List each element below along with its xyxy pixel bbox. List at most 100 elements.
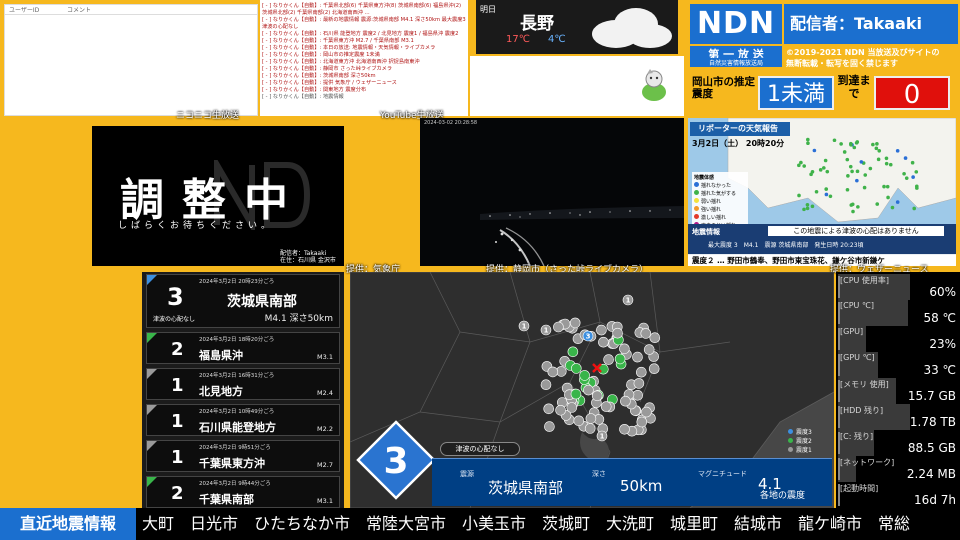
legend-label: 強い揺れ xyxy=(701,207,722,213)
quake-list-item[interactable]: 2 2024年3月2日 9時44分ごろ 千葉県南部 M3.1 xyxy=(146,476,340,508)
map-legend-dot xyxy=(788,438,793,443)
svg-text:1: 1 xyxy=(622,272,627,274)
weather-max-temp: 17℃ xyxy=(506,34,530,45)
svg-text:1: 1 xyxy=(550,272,555,274)
report-dot xyxy=(874,146,879,151)
system-stat-value: 23% xyxy=(929,337,956,351)
report-dot xyxy=(848,164,853,169)
report-dot xyxy=(884,161,889,166)
arrival-countdown: 0 xyxy=(874,76,950,110)
system-stat-row: [CPU ℃] 58 ℃ xyxy=(838,300,958,326)
system-stat-label: [起動時間] xyxy=(840,484,879,493)
ndn-copyright: ©2019-2021 NDN 当放送及びサイトの 無断転載・転写を固く禁じます xyxy=(786,47,958,69)
system-stat-row: [HDD 残り] 1.78 TB xyxy=(838,404,958,430)
station-marker: 1 xyxy=(518,320,530,332)
report-dot xyxy=(877,149,882,153)
status-location: 在住：石川県 金沢市 xyxy=(280,257,336,264)
quake-magnitude: M2.7 xyxy=(317,461,333,469)
system-stat-row: [メモリ 使用] 15.7 GB xyxy=(838,378,958,404)
system-stat-value: 15.7 GB xyxy=(907,389,956,403)
system-stat-row: [GPU] 23% xyxy=(838,326,958,352)
report-dot xyxy=(888,162,893,167)
quake-magnitude: M2.4 xyxy=(317,389,333,397)
ticker-text: 大町 日光市 ひたちなか市 常陸大宮市 小美玉市 茨城町 大洗町 城里町 結城市… xyxy=(142,514,911,533)
report-dot xyxy=(876,157,881,162)
nico-caption: ニコニコ生放送 xyxy=(176,111,240,121)
legend-item: 激しい揺れ xyxy=(694,214,746,222)
report-dot xyxy=(809,172,813,177)
system-stat-label: [CPU 使用率] xyxy=(840,276,890,285)
report-dot xyxy=(862,185,867,190)
report-dot xyxy=(868,166,873,171)
report-dot xyxy=(912,206,917,211)
quake-list-item[interactable]: 1 2024年3月2日 16時31分ごろ 北見地方 M2.4 xyxy=(146,368,340,400)
report-dot xyxy=(854,141,859,145)
youtube-chat-line: [ - ] なりかくん【自動】: 千葉県東方沖 M2.7 / 千葉県南部 M3.… xyxy=(262,38,414,44)
report-dot xyxy=(842,150,847,154)
youtube-chat-line: [ - ] なりかくん【自動】: 岡山市の推定震度 1未満 xyxy=(262,52,380,58)
report-dot xyxy=(851,209,855,214)
quake-list-item[interactable]: 2 2024年3月2日 18時20分ごろ 福島県沖 M3.1 xyxy=(146,332,340,364)
legend-dot xyxy=(694,214,699,219)
quake-time: 2024年3月2日 9時51分ごろ xyxy=(199,445,271,451)
quake-magnitude: M3.1 xyxy=(317,497,333,505)
nico-col-user: ユーザーID xyxy=(9,7,40,14)
nico-comment-panel: ユーザーID コメント xyxy=(4,4,258,116)
legend-item: 揺れた気がする xyxy=(694,190,746,198)
system-stat-value: 1.78 TB xyxy=(909,415,956,429)
report-dot xyxy=(914,170,919,174)
weather-report-legend: 地震体感 揺れなかった揺れた気がする弱い揺れ強い揺れ激しい揺れすさまじい揺れ xyxy=(692,172,748,232)
report-dot xyxy=(806,137,810,142)
report-dot xyxy=(805,202,810,207)
weather-report-date: 3月2日（土） 20時20分 xyxy=(692,139,785,148)
quake-list-item[interactable]: 1 2024年3月2日 10時49分ごろ 石川県能登地方 M2.2 xyxy=(146,404,340,436)
live-camera-feed: 2024-03-02 20:28:58 xyxy=(420,118,684,266)
legend-item: 強い揺れ xyxy=(694,206,746,214)
report-dot xyxy=(852,145,857,150)
depth-value: 50km xyxy=(620,477,663,495)
epicenter-label: 震源 xyxy=(460,470,474,478)
report-dot xyxy=(849,141,853,146)
area-intensity-label: 各地の震度 xyxy=(760,491,806,501)
ndn-broadcaster: 配信者：Takaaki xyxy=(784,4,958,44)
quake-tsunami: 津波の心配なし xyxy=(153,316,196,323)
weather-widget: 明日 長野 17℃ 4℃ xyxy=(476,0,678,54)
intensity-color-marker xyxy=(147,333,157,343)
station-marker: 3 xyxy=(582,330,594,342)
svg-text:3: 3 xyxy=(586,333,591,341)
youtube-chat-panel: [ - ] なりかくん【自動】: 千葉県北部(6) 千葉県東方沖(8) 茨城県南… xyxy=(260,0,468,116)
system-stat-row: [C: 残り] 88.5 GB xyxy=(838,430,958,456)
system-stat-row: [CPU 使用率] 60% xyxy=(838,274,958,300)
legend-label: 揺れなかった xyxy=(701,183,732,189)
ndn-copyright-line-1: ©2019-2021 NDN 当放送及びサイトの xyxy=(786,48,940,57)
legend-dot xyxy=(694,190,699,195)
report-dot xyxy=(850,169,854,174)
system-stat-value: 88.5 GB xyxy=(907,441,956,455)
svg-text:1: 1 xyxy=(626,297,631,305)
report-dot xyxy=(828,194,833,199)
ticker-label: 直近地震情報 xyxy=(0,508,136,540)
report-dot xyxy=(797,193,801,198)
epicenter-value: 茨城県南部 xyxy=(488,479,564,497)
map-legend-label: 震度2 xyxy=(796,438,812,445)
intensity-color-marker xyxy=(147,275,157,285)
system-stat-value: 58 ℃ xyxy=(923,311,956,325)
quake-time: 2024年3月2日 9時44分ごろ xyxy=(199,481,271,487)
quake-list-item[interactable]: 1 2024年3月2日 9時51分ごろ 千葉県東方沖 M2.7 xyxy=(146,440,340,472)
youtube-chat-line: [ - ] なりかくん【自動】: 提供 気象庁 / ウェザーニュース xyxy=(262,80,397,86)
intensity-color-marker xyxy=(147,369,157,379)
arrival-label: 到達まで xyxy=(837,74,871,100)
report-dot xyxy=(856,205,860,209)
max-intensity-badge: 3 xyxy=(356,420,436,500)
intensity-color-marker xyxy=(147,477,157,487)
system-stat-value: 60% xyxy=(929,285,956,299)
legend-items: 揺れなかった揺れた気がする弱い揺れ強い揺れ激しい揺れすさまじい揺れ xyxy=(694,182,746,230)
report-dot xyxy=(895,200,900,204)
quake-list-item[interactable]: 3 2024年3月2日 20時23分ごろ 茨城県南部 M4.1 深さ50km 津波の心配… xyxy=(146,274,340,328)
legend-item: 弱い揺れ xyxy=(694,198,746,206)
youtube-chat-line: [ - ] なりかくん【自動】: 本日の放送: 地震情報・天気情報・ライブカメラ xyxy=(262,45,436,51)
map-legend-dot xyxy=(788,429,793,434)
report-dot xyxy=(875,202,880,206)
system-stat-label: [C: 残り] xyxy=(840,432,874,441)
quake-place: 石川県能登地方 xyxy=(199,421,276,434)
